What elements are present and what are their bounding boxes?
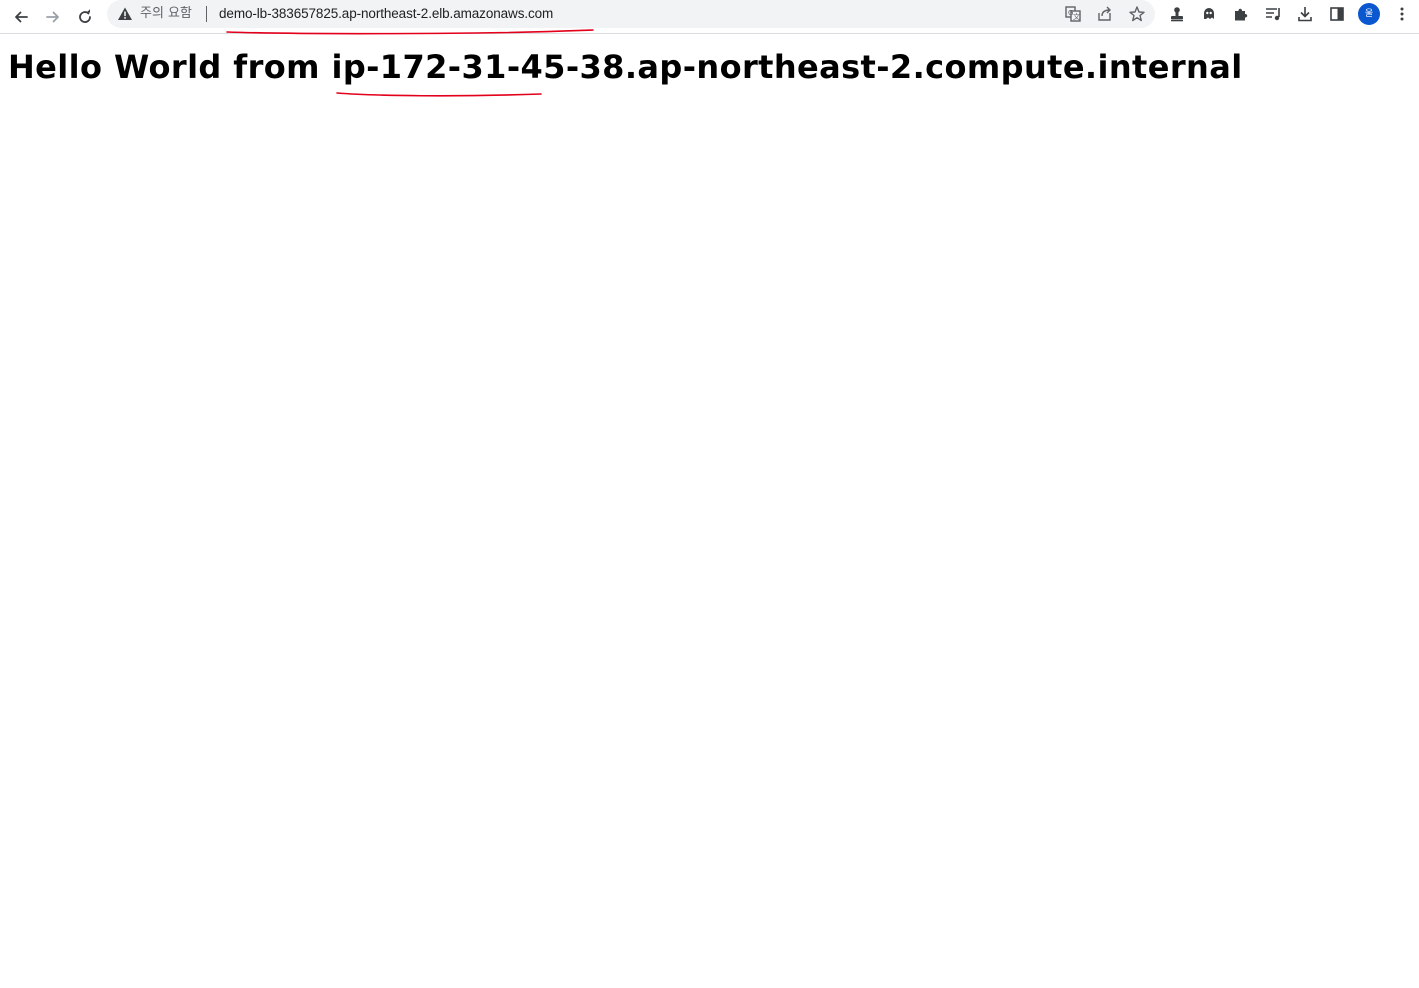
reload-icon[interactable]: [71, 3, 99, 31]
download-icon[interactable]: [1296, 5, 1314, 23]
forward-arrow-icon[interactable]: [39, 3, 67, 31]
puzzle-icon[interactable]: [1232, 5, 1250, 23]
profile-avatar[interactable]: 울: [1358, 3, 1380, 25]
svg-text:文: 文: [1073, 12, 1080, 21]
browser-toolbar: 주의 요함 demo-lb-383657825.ap-northeast-2.e…: [0, 0, 1419, 35]
omnibox-separator: [206, 6, 207, 22]
extension-ghost-icon[interactable]: [1200, 5, 1218, 23]
extension-stamp-icon[interactable]: [1168, 5, 1186, 23]
share-icon[interactable]: [1096, 5, 1114, 23]
security-warning-label[interactable]: 주의 요함: [140, 6, 192, 22]
hostname-annotation-underline: [336, 92, 542, 97]
url-annotation-underline: [226, 29, 594, 35]
url-text[interactable]: demo-lb-383657825.ap-northeast-2.elb.ama…: [219, 6, 553, 22]
reading-list-icon[interactable]: [1264, 5, 1282, 23]
back-arrow-icon[interactable]: [7, 3, 35, 31]
page-heading: Hello World from ip-172-31-45-38.ap-nort…: [8, 48, 1243, 86]
side-panel-icon[interactable]: [1328, 5, 1346, 23]
translate-icon[interactable]: G 文: [1064, 5, 1082, 23]
warning-icon[interactable]: [117, 6, 133, 22]
address-bar[interactable]: 주의 요함 demo-lb-383657825.ap-northeast-2.e…: [107, 0, 1155, 28]
more-menu-icon[interactable]: [1394, 5, 1410, 23]
bookmark-star-icon[interactable]: [1128, 5, 1146, 23]
